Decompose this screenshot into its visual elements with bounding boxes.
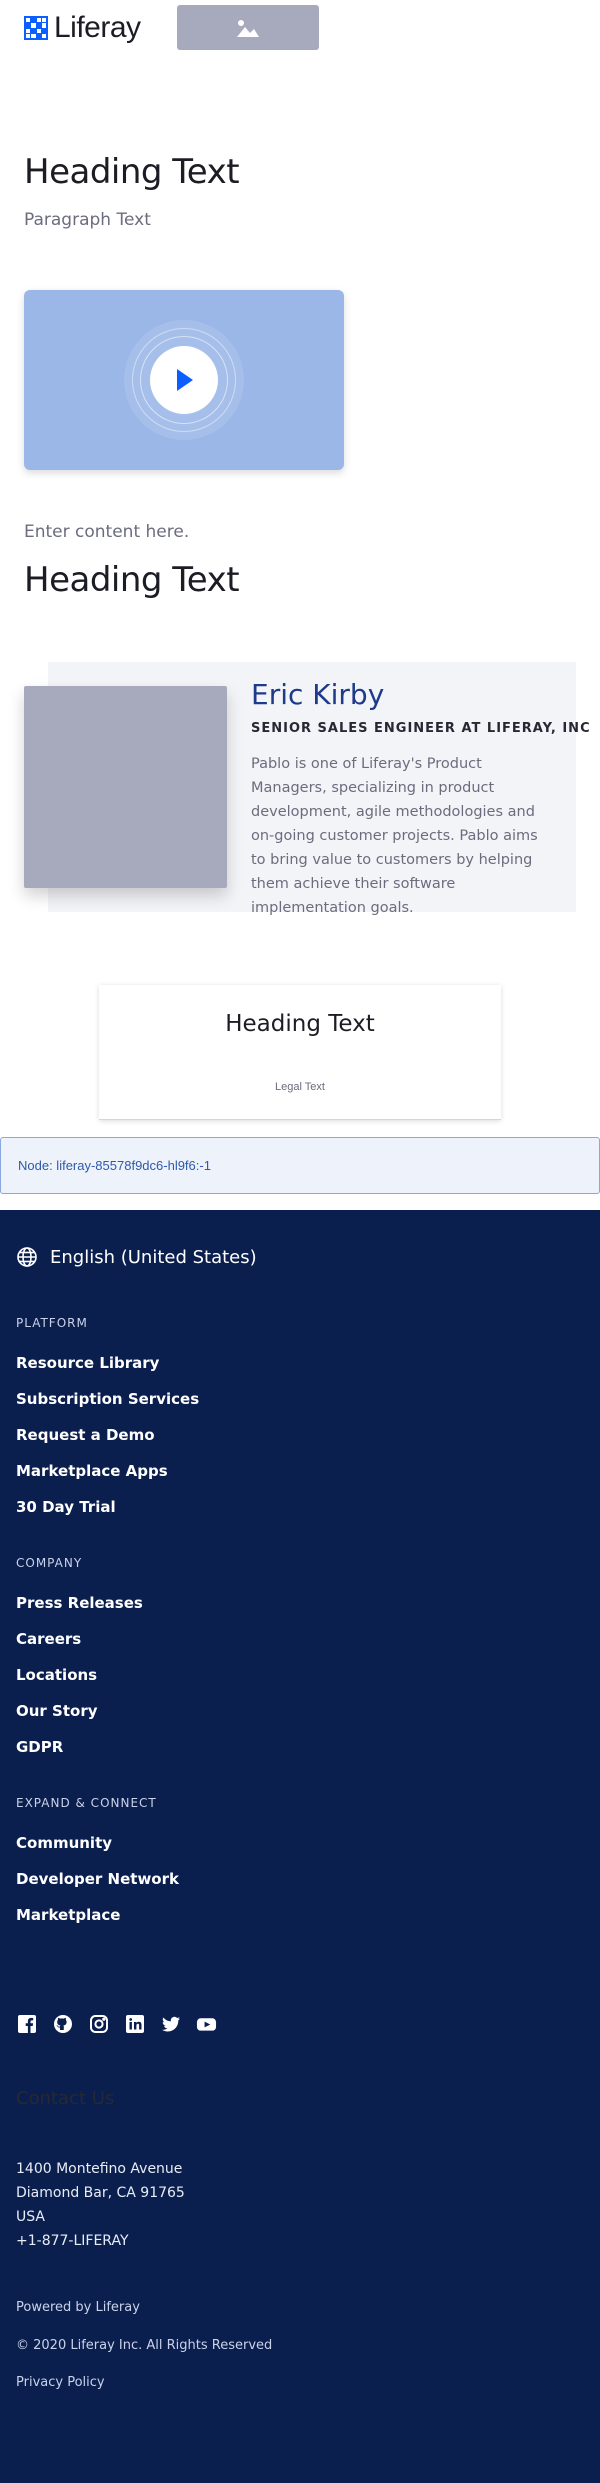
- image-icon: [237, 19, 259, 37]
- profile-name: Eric Kirby: [251, 678, 385, 711]
- content-text: Enter content here.: [24, 522, 190, 542]
- phone-link[interactable]: +1-877-LIFERAY: [16, 2229, 129, 2253]
- github-icon[interactable]: [52, 2013, 73, 2034]
- footer-heading-platform: PLATFORM: [16, 1316, 88, 1330]
- profile-bio: Pablo is one of Liferay's Product Manage…: [251, 756, 538, 916]
- instagram-icon[interactable]: [88, 2013, 109, 2034]
- facebook-icon[interactable]: [16, 2013, 37, 2034]
- profile-role: SENIOR SALES ENGINEER AT LIFERAY, INC: [251, 721, 591, 736]
- node-info-alert: Node: liferay-85578f9dc6-hl9f6:-1: [0, 1137, 600, 1194]
- liferay-logo-mark: [24, 16, 48, 40]
- hero-paragraph: Paragraph Text: [24, 210, 151, 230]
- site-header: Liferay: [0, 0, 600, 60]
- copyright-text: © 2020 Liferay Inc. All Rights Reserved: [16, 2338, 273, 2353]
- footer-link-our-story[interactable]: Our Story: [16, 1702, 98, 1720]
- language-label: English (United States): [50, 1246, 257, 1268]
- contact-us-link[interactable]: Contact Us: [16, 2088, 114, 2109]
- card-legal-text: Legal Text: [275, 1081, 325, 1093]
- footer-link-subscription-services[interactable]: Subscription Services: [16, 1390, 199, 1408]
- address-line-1: 1400 Montefino Avenue: [16, 2161, 183, 2177]
- footer-link-press-releases[interactable]: Press Releases: [16, 1594, 143, 1612]
- play-icon: [177, 369, 193, 391]
- globe-icon: [17, 1247, 37, 1267]
- hero-heading: Heading Text: [24, 152, 240, 192]
- social-links: [16, 2013, 217, 2034]
- privacy-policy-link[interactable]: Privacy Policy: [16, 2375, 105, 2390]
- footer-link-locations[interactable]: Locations: [16, 1666, 97, 1684]
- address-line-3: USA: [16, 2209, 45, 2225]
- twitter-icon[interactable]: [160, 2013, 181, 2034]
- video-player[interactable]: [24, 290, 344, 470]
- image-placeholder: [177, 5, 319, 50]
- footer-link-community[interactable]: Community: [16, 1834, 112, 1852]
- node-info-text: Node: liferay-85578f9dc6-hl9f6:-1: [18, 1158, 211, 1173]
- language-selector[interactable]: English (United States): [16, 1246, 257, 1268]
- heading-card: Heading Text Legal Text: [99, 985, 501, 1120]
- address-line-2: Diamond Bar, CA 91765: [16, 2185, 185, 2201]
- footer-link-careers[interactable]: Careers: [16, 1630, 81, 1648]
- logo-text: Liferay: [54, 11, 141, 44]
- linkedin-icon[interactable]: [124, 2013, 145, 2034]
- youtube-icon[interactable]: [196, 2013, 217, 2034]
- footer-heading-expand: EXPAND & CONNECT: [16, 1796, 157, 1810]
- profile-image: [24, 686, 227, 888]
- content-heading: Heading Text: [24, 560, 240, 600]
- liferay-logo[interactable]: Liferay: [24, 11, 141, 45]
- powered-by-link[interactable]: Powered by Liferay: [16, 2300, 140, 2315]
- footer-link-resource-library[interactable]: Resource Library: [16, 1354, 159, 1372]
- footer-link-developer-network[interactable]: Developer Network: [16, 1870, 179, 1888]
- footer-link-request-demo[interactable]: Request a Demo: [16, 1426, 155, 1444]
- card-title: Heading Text: [225, 1011, 375, 1037]
- play-button[interactable]: [150, 346, 218, 414]
- footer-link-30-day-trial[interactable]: 30 Day Trial: [16, 1498, 116, 1516]
- footer-link-gdpr[interactable]: GDPR: [16, 1738, 63, 1756]
- footer-link-marketplace[interactable]: Marketplace: [16, 1906, 120, 1924]
- footer-link-marketplace-apps[interactable]: Marketplace Apps: [16, 1462, 168, 1480]
- footer-heading-company: COMPANY: [16, 1556, 83, 1570]
